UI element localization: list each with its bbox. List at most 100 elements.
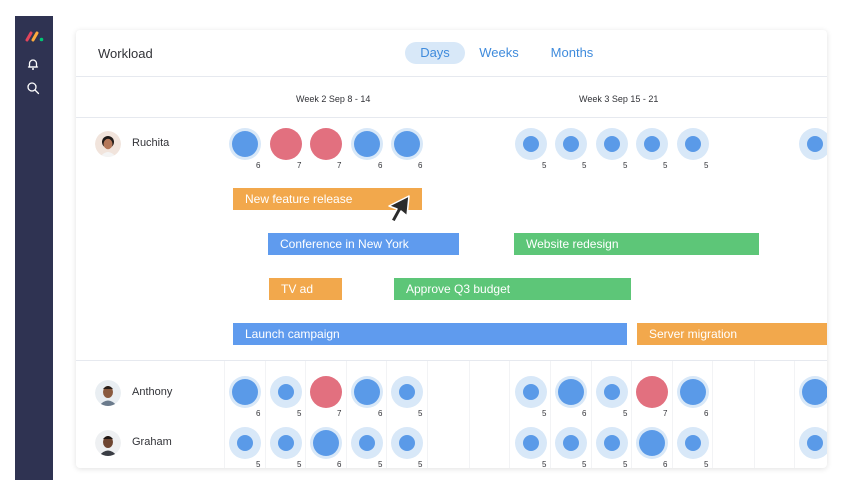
person-name[interactable]: Ruchita bbox=[132, 137, 169, 149]
workload-circle[interactable] bbox=[677, 427, 709, 459]
workload-fill bbox=[807, 136, 823, 152]
workload-hours: 6 bbox=[337, 460, 342, 468]
day-column-line bbox=[224, 361, 225, 468]
workload-circle[interactable] bbox=[310, 128, 342, 160]
tab-months[interactable]: Months bbox=[538, 42, 606, 64]
workload-circle[interactable] bbox=[351, 427, 383, 459]
workload-fill bbox=[278, 435, 294, 451]
workload-hours: 5 bbox=[542, 161, 547, 170]
workload-circle[interactable] bbox=[229, 376, 261, 408]
bell-icon[interactable] bbox=[26, 57, 40, 71]
avatar[interactable] bbox=[95, 430, 121, 456]
week-label: Week 3 Sep 15 - 21 bbox=[579, 94, 659, 104]
workload-hours: 7 bbox=[297, 161, 302, 170]
workload-circle[interactable] bbox=[799, 128, 827, 160]
workload-hours: 5 bbox=[663, 161, 668, 170]
workload-hours: 6 bbox=[256, 161, 261, 170]
workload-circle[interactable] bbox=[515, 427, 547, 459]
header-divider bbox=[76, 76, 827, 77]
workload-hours: 5 bbox=[378, 460, 383, 468]
workload-circle[interactable] bbox=[555, 427, 587, 459]
task-bar[interactable]: Approve Q3 budget bbox=[394, 278, 631, 300]
task-bar[interactable]: Launch campaign bbox=[233, 323, 627, 345]
day-column-line bbox=[550, 361, 551, 468]
workload-circle[interactable] bbox=[636, 376, 668, 408]
workload-hours: 5 bbox=[542, 409, 547, 418]
workload-hours: 7 bbox=[337, 161, 342, 170]
workload-circle[interactable] bbox=[677, 376, 709, 408]
page-title: Workload bbox=[98, 46, 153, 61]
workload-hours: 6 bbox=[418, 161, 423, 170]
workload-fill bbox=[354, 379, 380, 405]
tab-days[interactable]: Days bbox=[405, 42, 465, 64]
workload-circle[interactable] bbox=[596, 427, 628, 459]
workload-fill bbox=[523, 384, 539, 400]
workload-fill bbox=[604, 435, 620, 451]
workload-hours: 6 bbox=[663, 460, 668, 468]
task-bar[interactable]: Website redesign bbox=[514, 233, 759, 255]
day-column-line bbox=[427, 361, 428, 468]
tab-weeks[interactable]: Weeks bbox=[469, 42, 529, 64]
workload-circle[interactable] bbox=[310, 376, 342, 408]
workload-hours: 6 bbox=[704, 409, 709, 418]
workload-circle[interactable] bbox=[677, 128, 709, 160]
workload-fill bbox=[563, 136, 579, 152]
workload-circle[interactable] bbox=[596, 376, 628, 408]
workload-circle[interactable] bbox=[270, 427, 302, 459]
workload-circle[interactable] bbox=[351, 376, 383, 408]
workload-circle[interactable] bbox=[391, 128, 423, 160]
workload-circle[interactable] bbox=[515, 128, 547, 160]
workload-hours: 5 bbox=[256, 460, 261, 468]
workload-fill bbox=[313, 430, 339, 456]
day-column-line bbox=[712, 361, 713, 468]
workload-fill bbox=[399, 435, 415, 451]
workload-circle[interactable] bbox=[636, 427, 668, 459]
workload-circle[interactable] bbox=[555, 128, 587, 160]
workload-screen: Workload Days Weeks Months Week 2 Sep 8 … bbox=[0, 0, 850, 494]
workload-circle[interactable] bbox=[351, 128, 383, 160]
workload-circle[interactable] bbox=[270, 376, 302, 408]
workload-circle[interactable] bbox=[515, 376, 547, 408]
task-bar[interactable]: Conference in New York bbox=[268, 233, 459, 255]
task-bar[interactable]: TV ad bbox=[269, 278, 342, 300]
person-name[interactable]: Graham bbox=[132, 436, 172, 448]
avatar[interactable] bbox=[95, 131, 121, 157]
monday-logo-icon[interactable] bbox=[25, 30, 45, 42]
day-column-line bbox=[631, 361, 632, 468]
workload-hours: 5 bbox=[297, 460, 302, 468]
workload-circle[interactable] bbox=[270, 128, 302, 160]
day-column-line bbox=[265, 361, 266, 468]
day-column-line bbox=[672, 361, 673, 468]
workload-hours: 5 bbox=[704, 460, 709, 468]
day-column-line bbox=[305, 361, 306, 468]
workload-circle[interactable] bbox=[555, 376, 587, 408]
week-label: Week 2 Sep 8 - 14 bbox=[296, 94, 371, 104]
workload-fill bbox=[802, 379, 827, 405]
workload-circle[interactable] bbox=[310, 427, 342, 459]
workload-circle[interactable] bbox=[229, 128, 261, 160]
day-column-line bbox=[509, 361, 510, 468]
day-column-line bbox=[591, 361, 592, 468]
workload-circle[interactable] bbox=[391, 376, 423, 408]
workload-hours: 6 bbox=[256, 409, 261, 418]
workload-hours: 6 bbox=[378, 161, 383, 170]
workload-fill bbox=[558, 379, 584, 405]
task-bar[interactable]: Server migration bbox=[637, 323, 827, 345]
workload-hours: 5 bbox=[704, 161, 709, 170]
workload-hours: 5 bbox=[623, 161, 628, 170]
workload-hours: 5 bbox=[418, 409, 423, 418]
workload-circle[interactable] bbox=[391, 427, 423, 459]
workload-hours: 5 bbox=[623, 460, 628, 468]
avatar[interactable] bbox=[95, 380, 121, 406]
workload-circle[interactable] bbox=[799, 376, 827, 408]
workload-circle[interactable] bbox=[596, 128, 628, 160]
person-name[interactable]: Anthony bbox=[132, 386, 172, 398]
workload-circle[interactable] bbox=[636, 128, 668, 160]
workload-fill bbox=[394, 131, 420, 157]
day-column-line bbox=[794, 361, 795, 468]
workload-fill bbox=[680, 379, 706, 405]
workload-fill bbox=[523, 136, 539, 152]
search-icon[interactable] bbox=[26, 81, 40, 95]
workload-circle[interactable] bbox=[799, 427, 827, 459]
workload-circle[interactable] bbox=[229, 427, 261, 459]
